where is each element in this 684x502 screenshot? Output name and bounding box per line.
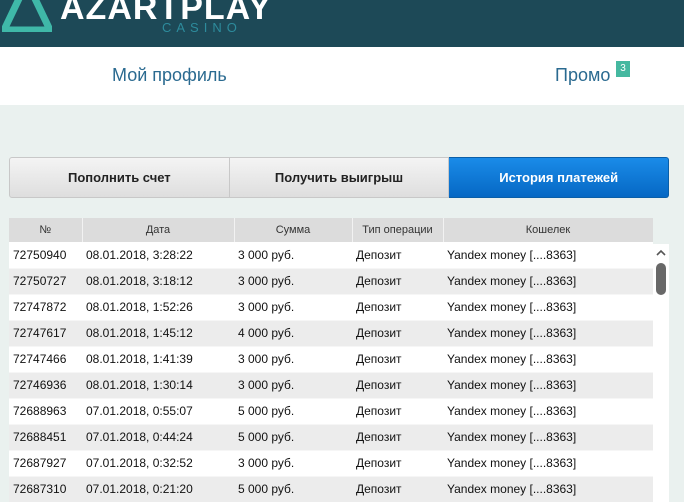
cell-number: 72687310 xyxy=(9,476,82,502)
cell-wallet: Yandex money [....8363] xyxy=(443,424,653,450)
cell-date: 08.01.2018, 1:45:12 xyxy=(82,320,234,346)
cell-amount: 5 000 руб. xyxy=(234,424,352,450)
table-row: 72747872 08.01.2018, 1:52:26 3 000 руб. Деп… xyxy=(9,294,653,320)
table-scrollbar[interactable] xyxy=(653,244,669,502)
nav-link-promo[interactable]: Промо xyxy=(555,65,610,86)
table-row: 72747466 08.01.2018, 1:41:39 3 000 руб. Деп… xyxy=(9,346,653,372)
column-header-wallet: Кошелек xyxy=(443,218,653,242)
cell-number: 72747872 xyxy=(9,294,82,320)
chevron-up-icon[interactable] xyxy=(653,244,669,260)
cell-number: 72747466 xyxy=(9,346,82,372)
cell-operation-type: Депозит xyxy=(352,398,443,424)
table-row: 72750727 08.01.2018, 3:18:12 3 000 руб. Деп… xyxy=(9,268,653,294)
cell-amount: 3 000 руб. xyxy=(234,372,352,398)
cell-operation-type: Депозит xyxy=(352,450,443,476)
cell-amount: 3 000 руб. xyxy=(234,268,352,294)
cell-number: 72750940 xyxy=(9,242,82,268)
table-header-row: № Дата Сумма Тип операции Кошелек xyxy=(9,218,653,242)
cell-amount: 5 000 руб. xyxy=(234,476,352,502)
cell-amount: 3 000 руб. xyxy=(234,346,352,372)
cell-wallet: Yandex money [....8363] xyxy=(443,476,653,502)
cell-operation-type: Депозит xyxy=(352,372,443,398)
cell-amount: 4 000 руб. xyxy=(234,320,352,346)
table-row: 72687310 07.01.2018, 0:21:20 5 000 руб. Деп… xyxy=(9,476,653,502)
promo-count-badge: 3 xyxy=(616,61,630,77)
cell-operation-type: Депозит xyxy=(352,424,443,450)
nav-link-profile[interactable]: Мой профиль xyxy=(112,65,227,86)
cell-operation-type: Депозит xyxy=(352,268,443,294)
cell-date: 08.01.2018, 3:18:12 xyxy=(82,268,234,294)
cell-wallet: Yandex money [....8363] xyxy=(443,450,653,476)
site-header: AZARTPLAY CASINO xyxy=(0,0,684,47)
cell-amount: 3 000 руб. xyxy=(234,294,352,320)
payment-history-table: № Дата Сумма Тип операции Кошелек 727509… xyxy=(9,218,653,502)
column-header-amount: Сумма xyxy=(234,218,353,242)
cell-number: 72750727 xyxy=(9,268,82,294)
cell-date: 08.01.2018, 1:41:39 xyxy=(82,346,234,372)
cell-date: 08.01.2018, 1:52:26 xyxy=(82,294,234,320)
cell-wallet: Yandex money [....8363] xyxy=(443,320,653,346)
cell-operation-type: Депозит xyxy=(352,476,443,502)
cell-date: 07.01.2018, 0:44:24 xyxy=(82,424,234,450)
logo-subtitle: CASINO xyxy=(162,20,242,35)
cell-number: 72688451 xyxy=(9,424,82,450)
cell-date: 08.01.2018, 3:28:22 xyxy=(82,242,234,268)
cell-wallet: Yandex money [....8363] xyxy=(443,242,653,268)
table-row: 72747617 08.01.2018, 1:45:12 4 000 руб. Деп… xyxy=(9,320,653,346)
cell-operation-type: Депозит xyxy=(352,346,443,372)
cell-number: 72688963 xyxy=(9,398,82,424)
table-row: 72688963 07.01.2018, 0:55:07 5 000 руб. Деп… xyxy=(9,398,653,424)
cell-operation-type: Депозит xyxy=(352,242,443,268)
cell-number: 72747617 xyxy=(9,320,82,346)
cell-wallet: Yandex money [....8363] xyxy=(443,268,653,294)
tab-deposit[interactable]: Пополнить счет xyxy=(9,157,230,198)
cell-wallet: Yandex money [....8363] xyxy=(443,346,653,372)
cell-operation-type: Депозит xyxy=(352,294,443,320)
table-row: 72688451 07.01.2018, 0:44:24 5 000 руб. Деп… xyxy=(9,424,653,450)
cell-amount: 3 000 руб. xyxy=(234,450,352,476)
cell-wallet: Yandex money [....8363] xyxy=(443,372,653,398)
cell-date: 08.01.2018, 1:30:14 xyxy=(82,372,234,398)
payment-tabs: Пополнить счет Получить выигрыш История … xyxy=(9,157,670,198)
cell-amount: 3 000 руб. xyxy=(234,242,352,268)
cell-wallet: Yandex money [....8363] xyxy=(443,398,653,424)
column-header-date: Дата xyxy=(82,218,235,242)
cell-amount: 5 000 руб. xyxy=(234,398,352,424)
top-nav: Мой профиль Промо 3 xyxy=(0,47,684,105)
table-row: 72687927 07.01.2018, 0:32:52 3 000 руб. Деп… xyxy=(9,450,653,476)
tab-withdraw[interactable]: Получить выигрыш xyxy=(229,157,450,198)
cell-operation-type: Депозит xyxy=(352,320,443,346)
cell-wallet: Yandex money [....8363] xyxy=(443,294,653,320)
cell-number: 72746936 xyxy=(9,372,82,398)
tab-payment-history[interactable]: История платежей xyxy=(449,157,670,198)
cell-number: 72687927 xyxy=(9,450,82,476)
column-header-operation-type: Тип операции xyxy=(352,218,444,242)
logo-triangle-icon[interactable] xyxy=(2,0,52,32)
table-row: 72746936 08.01.2018, 1:30:14 3 000 руб. Деп… xyxy=(9,372,653,398)
cell-date: 07.01.2018, 0:55:07 xyxy=(82,398,234,424)
scrollbar-thumb[interactable] xyxy=(656,263,666,295)
cell-date: 07.01.2018, 0:32:52 xyxy=(82,450,234,476)
cell-date: 07.01.2018, 0:21:20 xyxy=(82,476,234,502)
table-row: 72750940 08.01.2018, 3:28:22 3 000 руб. Деп… xyxy=(9,242,653,268)
column-header-number: № xyxy=(9,218,83,242)
